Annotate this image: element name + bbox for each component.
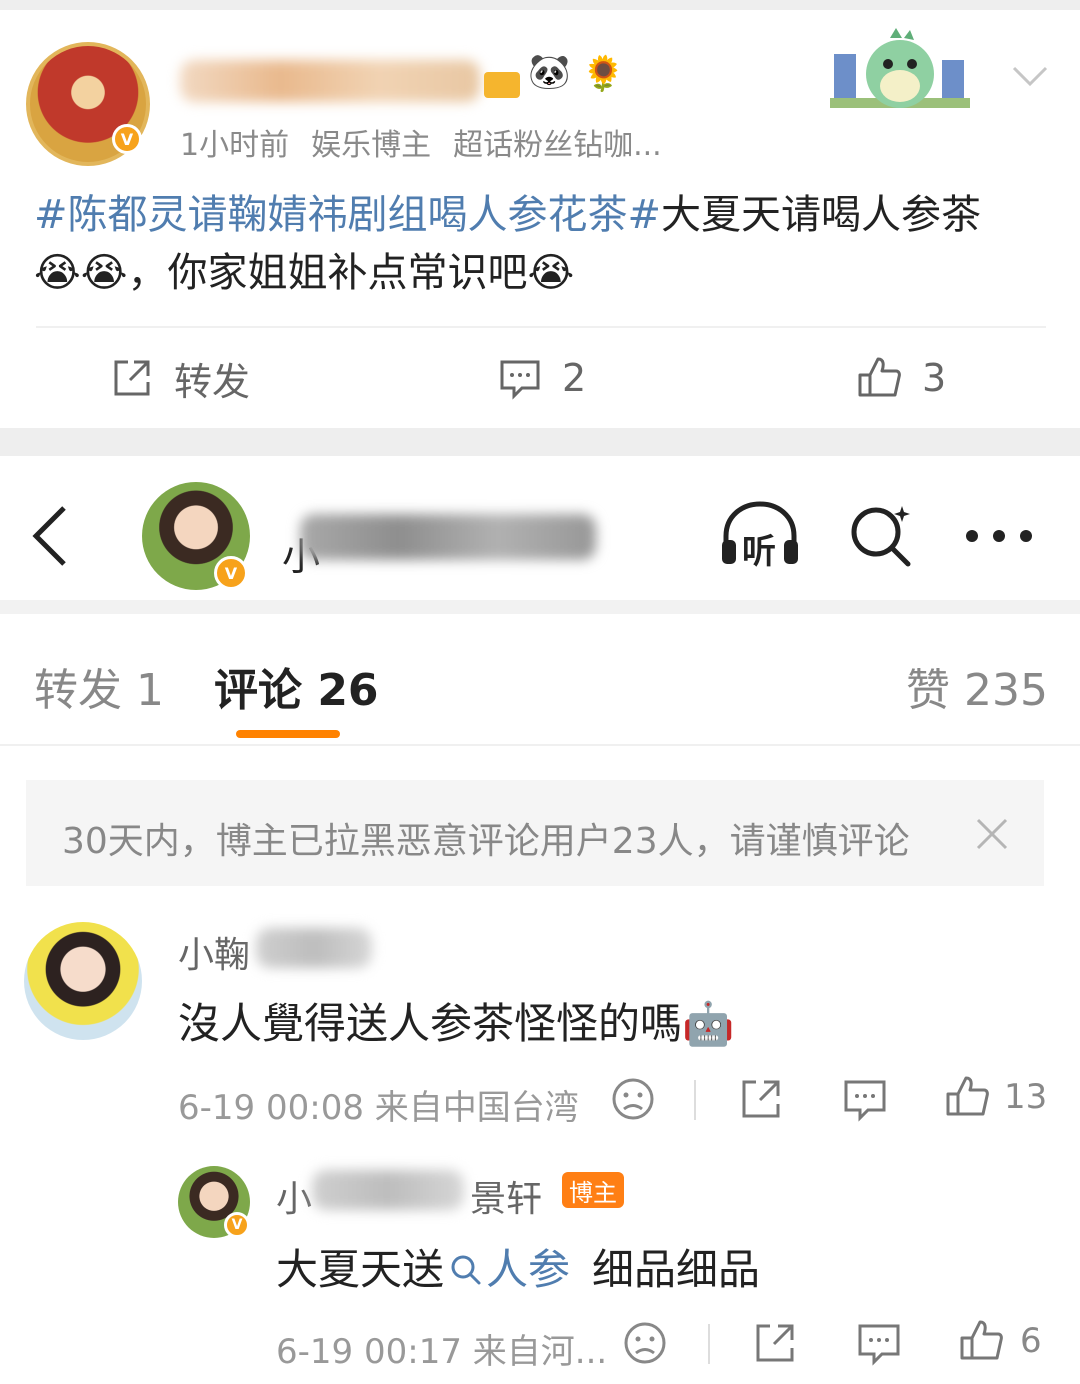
post-text-line1: 大夏天请喝人参茶 [661,192,982,238]
comment-count: 2 [562,356,587,400]
cry-emoji-icon: 😭 [34,250,81,296]
post-text-line2: ，你家姐姐补点常识吧 [127,250,528,296]
comment-avatar[interactable] [24,922,142,1040]
post-role: 娱乐博主 [311,128,432,163]
repost-icon[interactable] [752,1320,798,1366]
post-meta: 1小时前 娱乐博主 超话粉丝钻咖... [180,120,684,164]
sunflower-icon: 🌻 [582,54,625,94]
repost-icon [114,360,150,396]
verified-badge-icon: V [112,124,142,154]
tab-bar-border [0,744,1080,746]
reply-username-blurred[interactable] [312,1170,464,1210]
comment-username[interactable]: 小鞠 [178,926,250,978]
blogger-badge: 博主 [562,1172,624,1208]
cry-emoji-icon: 😭 [80,250,128,296]
verified-badge-icon: V [224,1212,250,1238]
like-count: 3 [922,356,947,400]
reply-like-button[interactable]: 6 [958,1318,1042,1364]
listen-label: 听 [742,532,776,572]
reply-link-text[interactable]: 人参 [486,1245,570,1294]
blogger-name-blurred[interactable] [300,514,596,560]
block-notice-text: 30天内，博主已拉黑恶意评论用户23人，请谨慎评论 [62,821,910,862]
top-strip [0,0,1080,10]
more-icon[interactable] [964,526,1034,546]
listen-button[interactable]: 听 [718,500,802,572]
tab-repost[interactable]: 转发 1 [34,654,164,718]
panda-icon: 🐼 [528,52,571,92]
back-arrow-icon[interactable] [30,504,70,568]
thumbs-up-icon [960,1320,1003,1360]
thumbs-up-icon [946,1076,989,1116]
tab-comments[interactable]: 评论 26 [214,654,379,718]
comment-icon[interactable] [842,1076,888,1122]
section-separator [0,428,1080,456]
thumbs-up-icon [858,357,901,397]
tab-likes[interactable]: 赞 235 [906,654,1048,718]
reply-search-link[interactable]: 人参 [444,1245,570,1294]
verified-badge-icon: V [214,556,248,590]
reply-username-suffix[interactable]: 景轩 [470,1170,542,1222]
reply-text: 大夏天送 人参 细品细品 [276,1236,760,1297]
post-text: #陈都灵请鞠婧祎剧组喝人参花茶#大夏天请喝人参茶 😭😭，你家姐姐补点常识吧😭 [34,186,1044,302]
comment-username-blurred[interactable] [256,928,372,968]
cry-emoji-icon: 😭 [527,250,575,296]
repost-label: 转发 [174,359,251,404]
comment-button[interactable]: 2 [498,348,586,408]
doraemon-emoji-icon: 🤖 [682,999,735,1048]
comment-meta: 6-19 00:08 来自中国台湾 [178,1080,579,1129]
comment-text: 沒人覺得送人参茶怪怪的嗎🤖 [178,990,734,1051]
repost-icon[interactable] [738,1076,784,1122]
post-author-name-blurred[interactable] [180,60,480,102]
comment-icon[interactable] [856,1320,902,1366]
comment-icon [500,360,540,400]
close-icon[interactable] [972,814,1012,854]
repost-button[interactable]: 转发 [110,348,250,408]
reply-like-count: 6 [1020,1321,1042,1361]
post-hashtag[interactable]: #陈都灵请鞠婧祎剧组喝人参花茶# [34,192,661,238]
reply-text-after: 细品细品 [592,1245,761,1294]
comment-date: 6-19 00:08 [178,1088,364,1128]
chevron-down-icon[interactable] [1010,60,1050,90]
comment-like-count: 13 [1004,1077,1048,1117]
post-time: 1小时前 [180,128,290,163]
reply-date: 6-19 00:17 [276,1332,462,1372]
comment-source: 来自中国台湾 [374,1088,579,1128]
header-separator [0,600,1080,614]
like-button[interactable]: 3 [856,348,946,408]
active-tab-indicator [236,730,340,738]
meta-divider [694,1080,696,1120]
meta-divider [708,1324,710,1364]
search-icon[interactable] [848,502,914,568]
search-icon [451,1255,481,1285]
member-crown-icon [484,72,520,98]
post-fan-status: 超话粉丝钻咖... [453,128,662,163]
dislike-face-icon[interactable] [622,1320,668,1366]
reply-meta: 6-19 00:17 来自河... [276,1324,607,1373]
dislike-face-icon[interactable] [610,1076,656,1122]
comment-body: 沒人覺得送人参茶怪怪的嗎 [178,999,683,1048]
reply-text-before: 大夏天送 [276,1245,445,1294]
post-divider [36,326,1046,328]
comment-like-button[interactable]: 13 [944,1074,1047,1120]
reply-username-prefix[interactable]: 小 [276,1170,312,1222]
reply-source: 来自河... [472,1332,608,1372]
dinosaur-card-decoration-icon [830,28,970,108]
